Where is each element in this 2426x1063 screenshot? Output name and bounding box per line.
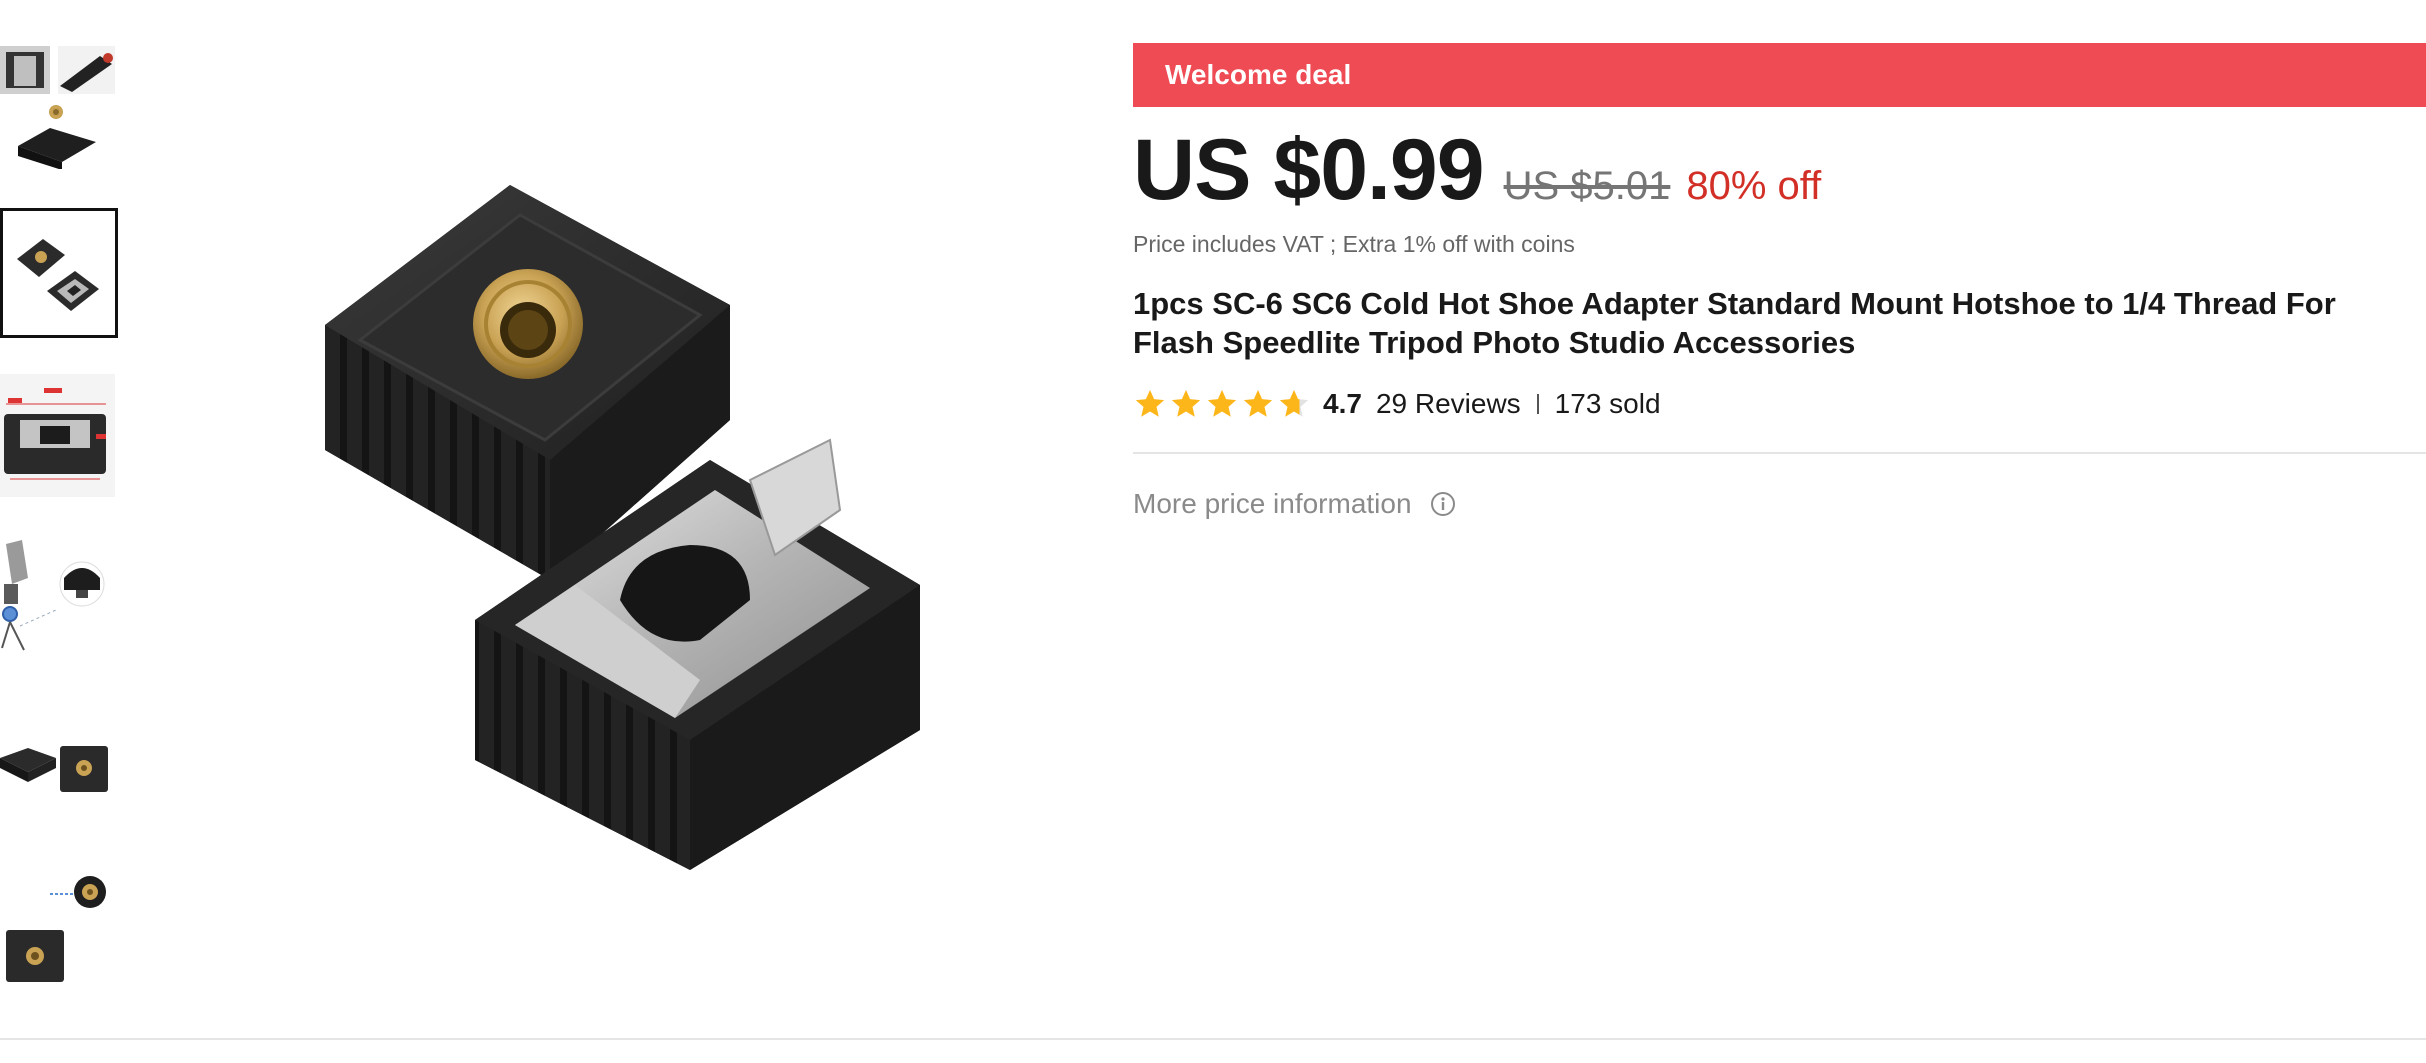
thumbnail-1[interactable]	[0, 46, 115, 169]
discount-percent: 80% off	[1686, 164, 1822, 208]
thumbnail-image-3	[0, 374, 115, 497]
thumbnail-image-2	[3, 211, 115, 335]
reviews-link[interactable]: 29 Reviews	[1376, 388, 1521, 420]
section-divider	[0, 1038, 2426, 1040]
star-icon	[1171, 389, 1201, 417]
thumbnail-image-1	[0, 46, 115, 169]
info-icon[interactable]	[1430, 491, 1456, 517]
thumbnail-image-4	[0, 538, 115, 661]
star-partial-icon	[1279, 389, 1309, 417]
thumbnail-6[interactable]	[0, 866, 115, 989]
product-info: Welcome deal US $0.99 US $5.01 80% off P…	[1133, 43, 2426, 520]
welcome-deal-banner: Welcome deal	[1133, 43, 2426, 107]
star-icon	[1243, 389, 1273, 417]
product-photo	[325, 185, 920, 870]
current-price: US $0.99	[1133, 122, 1485, 218]
sold-count: 173 sold	[1554, 388, 1661, 419]
main-product-image[interactable]	[230, 40, 1090, 900]
rating-row: 4.7 29 Reviews 173 sold	[1133, 384, 2426, 424]
product-title: 1pcs SC-6 SC6 Cold Hot Shoe Adapter Stan…	[1133, 286, 2336, 360]
star-rating[interactable]	[1133, 387, 1313, 421]
rating-value: 4.7	[1323, 388, 1362, 419]
divider	[1133, 452, 2426, 454]
star-icon	[1135, 389, 1165, 417]
star-icon	[1207, 389, 1237, 417]
thumbnail-image-5	[0, 702, 115, 825]
more-price-label: More price information	[1133, 488, 1412, 519]
thumbnail-3[interactable]	[0, 374, 115, 497]
thumbnail-image-6	[0, 866, 115, 989]
more-price-information[interactable]: More price information	[1133, 488, 2426, 520]
original-price: US $5.01	[1503, 164, 1671, 208]
deal-label: Welcome deal	[1165, 59, 1352, 90]
thumbnail-5[interactable]	[0, 702, 115, 825]
thumbnail-4[interactable]	[0, 538, 115, 661]
thumbnail-2[interactable]	[0, 208, 118, 338]
separator	[1536, 394, 1539, 414]
price-row: US $0.99 US $5.01 80% off	[1133, 127, 2426, 223]
vat-note: Price includes VAT ; Extra 1% off with c…	[1133, 231, 1575, 257]
